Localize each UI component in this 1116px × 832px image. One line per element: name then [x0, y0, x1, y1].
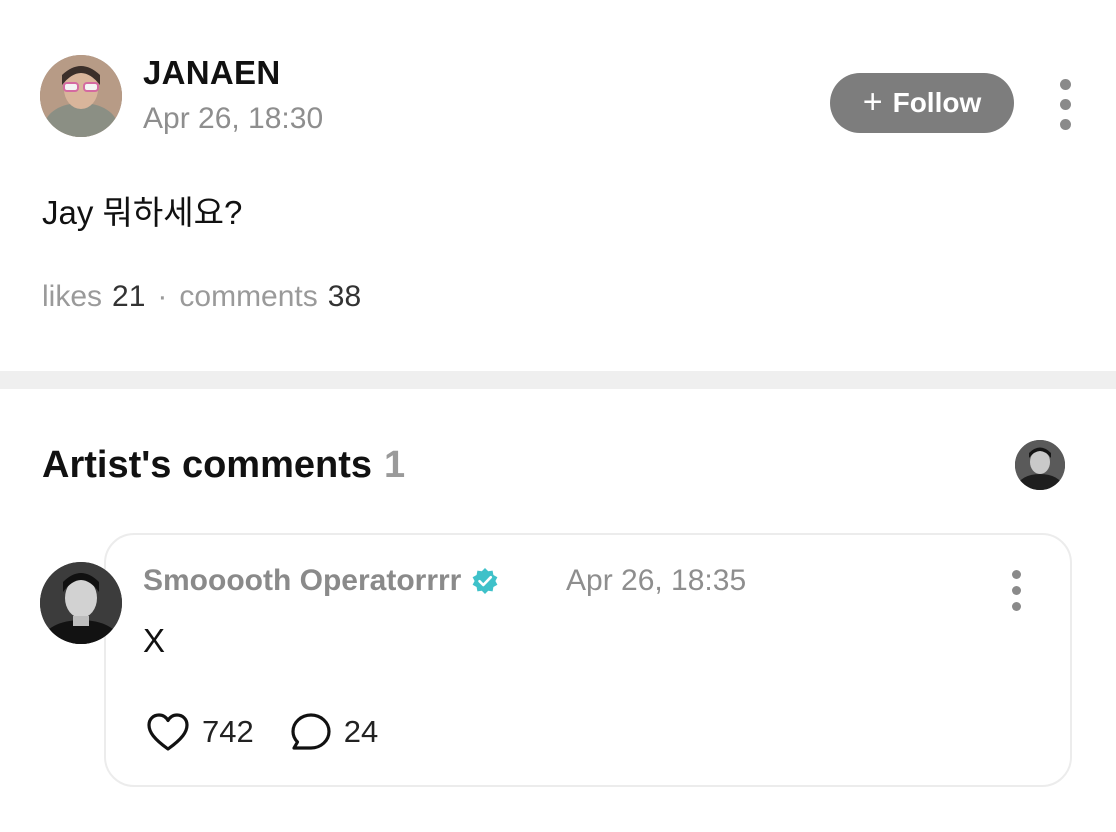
comment-timestamp: Apr 26, 18:35 [566, 564, 747, 597]
verified-badge-icon [472, 568, 498, 594]
comment-like-count: 742 [202, 714, 254, 749]
comments-label: comments [179, 280, 318, 313]
comment-text: X [143, 622, 166, 659]
post-stats: likes 21 · comments 38 [42, 280, 361, 314]
comment-author-name: Smooooth Operatorrrr [143, 564, 462, 597]
comment-author[interactable]: Smooooth Operatorrrr [143, 564, 499, 598]
comment-like-button[interactable]: 742 [146, 712, 254, 752]
artist-comments-count: 1 [384, 444, 406, 486]
comment-author-avatar[interactable] [40, 562, 122, 644]
comment-reply-count: 24 [343, 714, 379, 749]
likes-label: likes [42, 280, 103, 313]
section-divider [0, 371, 1116, 389]
follow-plus-icon: + [862, 82, 883, 121]
comments-count[interactable]: 38 [328, 280, 361, 314]
post-more-options-icon[interactable] [1053, 79, 1077, 130]
post-timestamp: Apr 26, 18:30 [143, 102, 324, 135]
artist-avatar-small[interactable] [1015, 440, 1065, 490]
post-author-name[interactable]: JANAEN [143, 54, 281, 92]
comment-bubble-icon [291, 713, 331, 750]
comment-more-options-icon[interactable] [1004, 570, 1028, 611]
heart-icon [147, 713, 189, 751]
comment-actions: 742 24 [146, 712, 414, 752]
artist-comments-title: Artist's comments [42, 444, 373, 486]
likes-count[interactable]: 21 [112, 280, 145, 314]
post-body-text: Jay 뭐하세요? [42, 194, 243, 231]
comment-reply-button[interactable]: 24 [290, 712, 378, 752]
follow-button-label: Follow [892, 87, 982, 118]
artist-comments-heading: Artist's comments 1 [42, 444, 405, 487]
stats-separator: · [157, 280, 168, 313]
follow-button[interactable]: + Follow [830, 73, 1014, 133]
post-author-avatar[interactable] [40, 55, 122, 137]
